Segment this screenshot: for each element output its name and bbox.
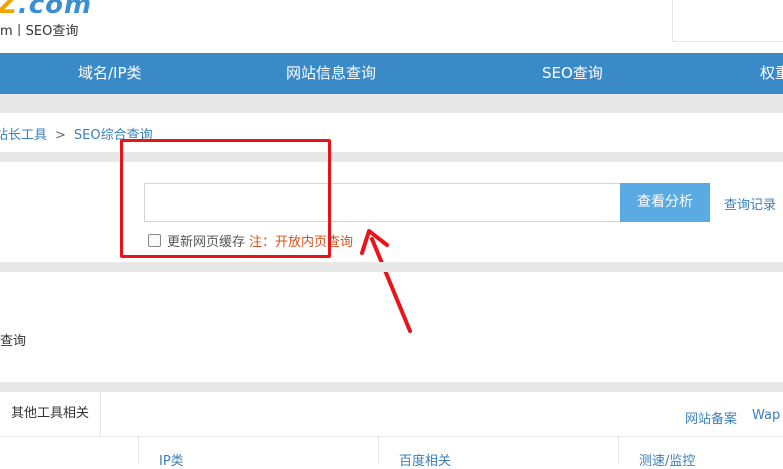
tab-site-record[interactable]: 网站备案 xyxy=(685,408,737,427)
breadcrumb-separator: > xyxy=(55,128,66,143)
highlight-annotation-box xyxy=(120,139,331,258)
section-query-label: 查询 xyxy=(0,334,27,349)
site-logo[interactable]: Z.com m丨SEO查询 xyxy=(0,0,110,52)
column-divider xyxy=(138,437,139,464)
divider-bar xyxy=(0,382,783,392)
nav-item-site-info[interactable]: 网站信息查询 xyxy=(286,53,376,94)
nav-item-weight[interactable]: 权重 xyxy=(760,53,783,94)
tab-wap[interactable]: Wap xyxy=(752,408,780,423)
header-search-box[interactable] xyxy=(672,0,783,42)
divider-bar xyxy=(0,262,783,272)
tools-tab-row xyxy=(0,392,783,437)
tab-other-tools[interactable]: 其他工具相关 xyxy=(0,392,101,436)
nav-item-seo[interactable]: SEO查询 xyxy=(542,53,603,94)
breadcrumb-parent-link[interactable]: 站长工具 xyxy=(0,128,47,143)
annotation-arrow-icon xyxy=(360,229,412,333)
divider-bar xyxy=(0,152,783,162)
logo-subtitle: m丨SEO查询 xyxy=(0,24,79,39)
main-nav: 域名/IP类 网站信息查询 SEO查询 权重 xyxy=(0,53,783,94)
column-divider xyxy=(618,437,619,464)
column-baidu[interactable]: 百度相关 xyxy=(399,450,451,469)
analyze-button[interactable]: 查看分析 xyxy=(620,183,710,222)
query-history-link[interactable]: 查询记录 xyxy=(724,194,776,213)
nav-item-domain-ip[interactable]: 域名/IP类 xyxy=(78,53,142,94)
column-divider xyxy=(378,437,379,464)
divider-bar xyxy=(0,94,783,113)
logo-brand: Z.com xyxy=(0,0,93,20)
column-speed-monitor[interactable]: 测速/监控 xyxy=(639,450,695,469)
column-ip[interactable]: IP类 xyxy=(159,450,184,469)
